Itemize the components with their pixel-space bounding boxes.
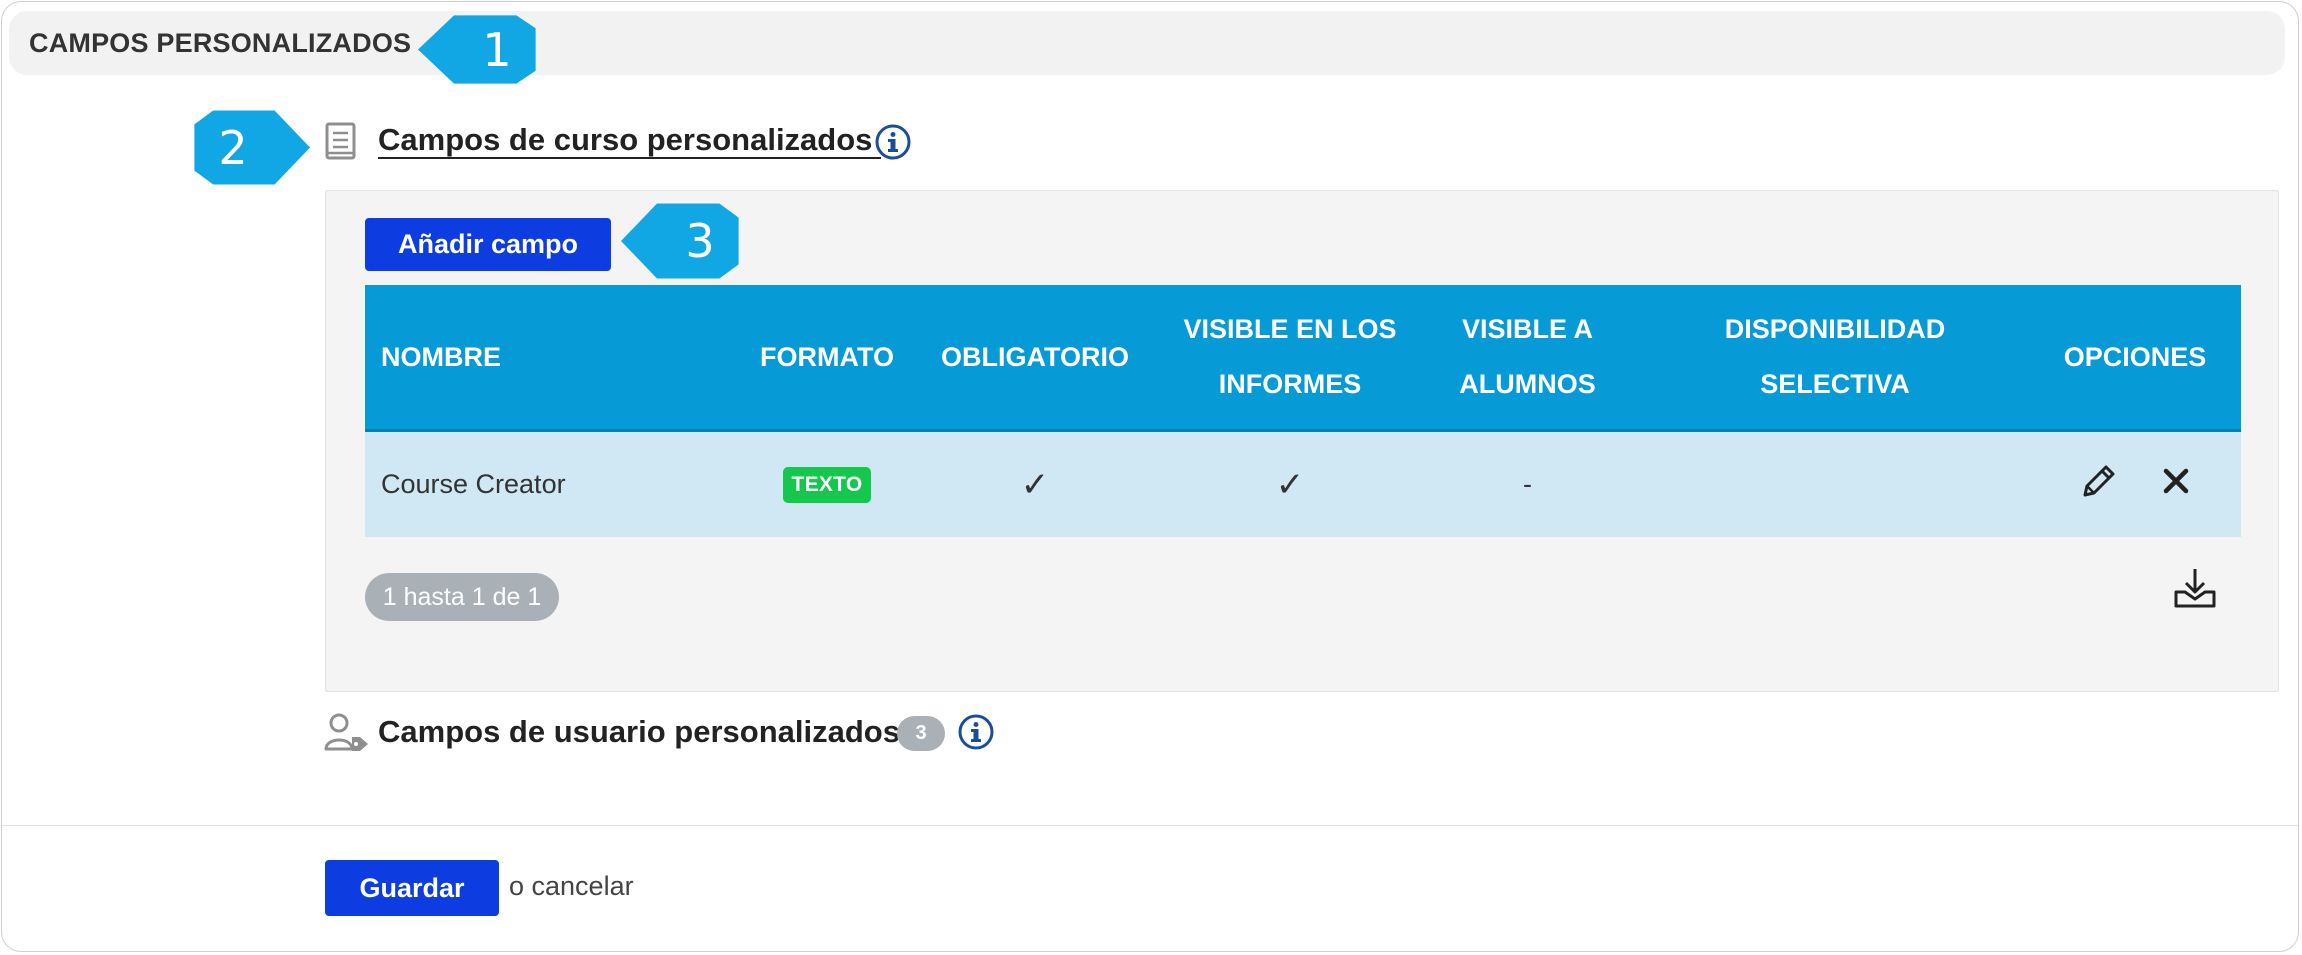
info-icon[interactable] xyxy=(957,713,995,756)
column-header-formato[interactable]: FORMATO xyxy=(757,285,897,429)
table-header: NOMBRE FORMATO OBLIGATORIO VISIBLE EN LO… xyxy=(365,285,2241,432)
column-header-disponibilidad[interactable]: DISPONIBILIDAD SELECTIVA xyxy=(1710,285,1960,429)
cell-format: TEXTO xyxy=(757,432,897,537)
user-fields-count-badge: 3 xyxy=(897,716,945,751)
column-header-visible-informes[interactable]: VISIBLE EN LOS INFORMES xyxy=(1175,285,1405,429)
cell-selective-availability xyxy=(1710,432,1960,537)
user-tag-icon xyxy=(324,713,370,758)
info-icon[interactable] xyxy=(874,123,912,166)
section-title: CAMPOS PERSONALIZADOS xyxy=(29,28,412,58)
cell-name: Course Creator xyxy=(381,469,566,499)
download-icon[interactable] xyxy=(2172,565,2218,616)
cell-required-check: ✓ xyxy=(1020,465,1050,504)
cell-visible-reports-check: ✓ xyxy=(1275,465,1305,504)
table-row: Course Creator TEXTO ✓ ✓ - xyxy=(365,432,2241,537)
close-icon[interactable] xyxy=(2160,465,2192,504)
column-header-visible-alumnos[interactable]: VISIBLE A ALUMNOS xyxy=(1450,285,1605,429)
footer-divider xyxy=(2,825,2298,826)
column-header-opciones: OPCIONES xyxy=(2063,341,2207,372)
add-field-button[interactable]: Añadir campo xyxy=(365,218,611,271)
pagination-info: 1 hasta 1 de 1 xyxy=(365,573,559,621)
save-button[interactable]: Guardar xyxy=(325,860,499,916)
page-frame: CAMPOS PERSONALIZADOS 1 2 Campos de curs… xyxy=(1,1,2299,952)
column-header-nombre[interactable]: NOMBRE xyxy=(381,285,741,429)
pencil-icon[interactable] xyxy=(2078,460,2120,509)
user-fields-title[interactable]: Campos de usuario personalizados xyxy=(378,714,900,750)
course-fields-link[interactable]: Campos de curso personalizados xyxy=(378,122,881,158)
section-header: CAMPOS PERSONALIZADOS xyxy=(9,11,2285,75)
course-fields-table: NOMBRE FORMATO OBLIGATORIO VISIBLE EN LO… xyxy=(365,285,2241,537)
callout-2: 2 xyxy=(194,110,310,185)
cell-visible-students: - xyxy=(1523,469,1532,499)
column-header-obligatorio[interactable]: OBLIGATORIO xyxy=(935,285,1135,429)
cancel-link[interactable]: o cancelar xyxy=(509,871,634,902)
book-icon xyxy=(324,122,358,167)
cell-options xyxy=(2035,432,2235,537)
format-badge: TEXTO xyxy=(783,466,871,503)
